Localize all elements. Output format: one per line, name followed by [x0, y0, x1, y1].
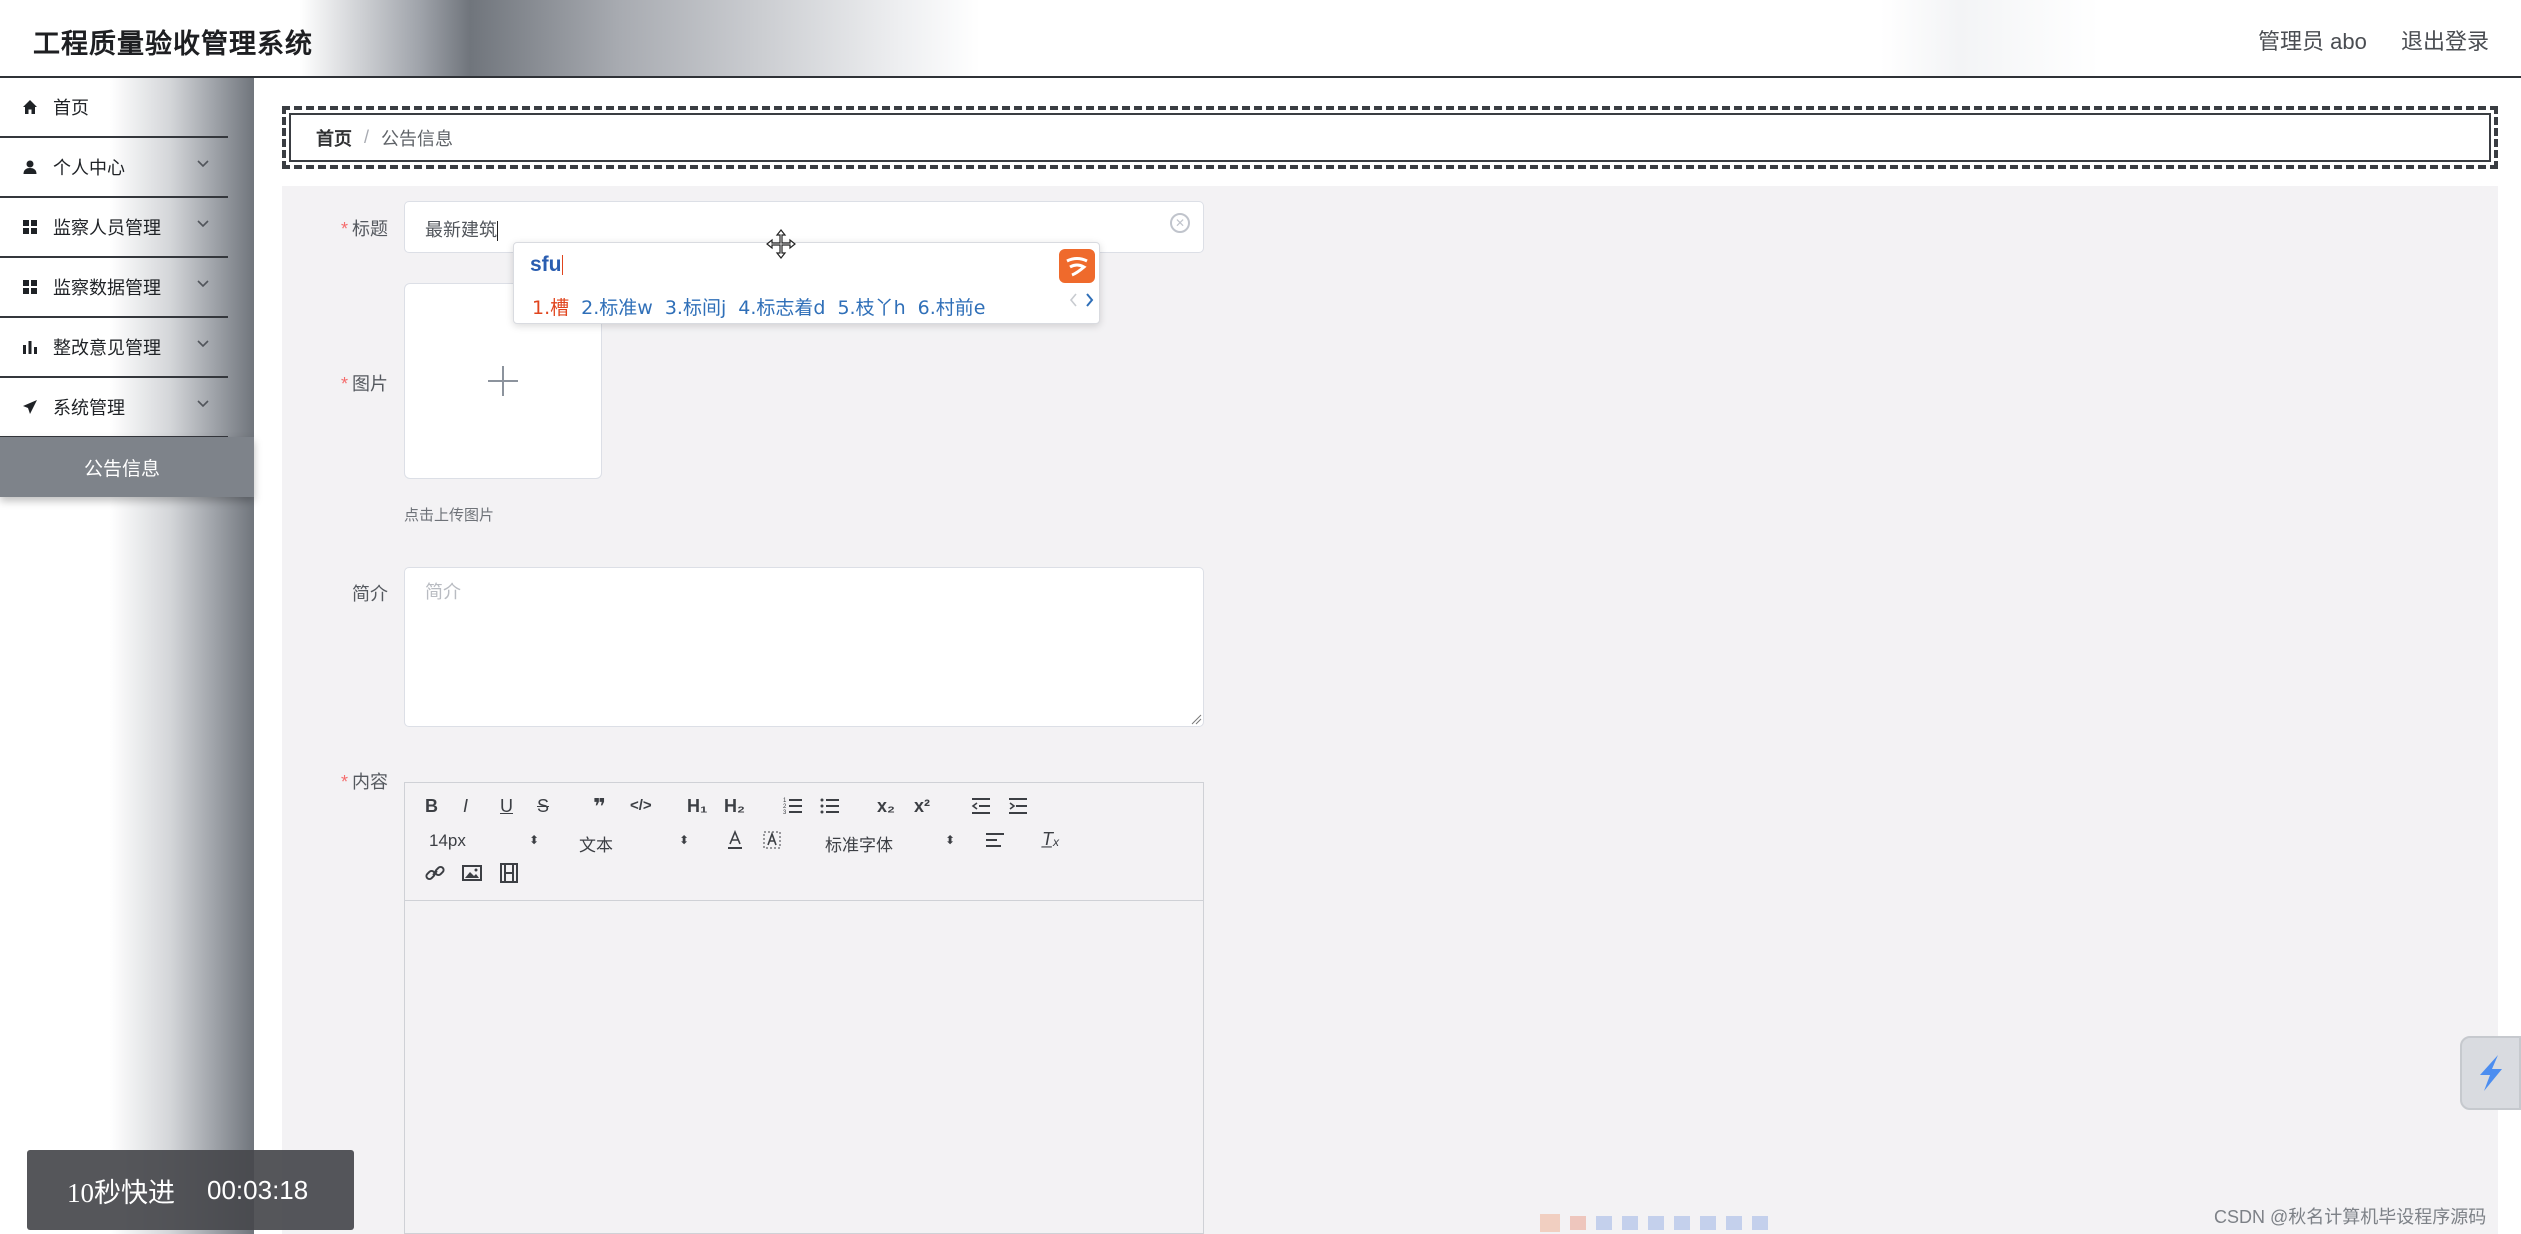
h1-button[interactable]: H₁: [687, 796, 707, 817]
ime-candidate-popup: sfu 1.槽 2.标准w 3.标间j 4.标志着d 5.枝丫h 6.村前e: [513, 242, 1100, 324]
sidebar-item-home[interactable]: 首页: [0, 78, 228, 138]
sidebar-item-system-management[interactable]: 系统管理: [0, 378, 228, 438]
strike-button[interactable]: S: [537, 796, 549, 817]
select-arrows-icon: ⬍: [679, 833, 690, 847]
sidebar-item-personal-center[interactable]: 个人中心: [0, 138, 228, 198]
ime-candidate[interactable]: 1.槽: [532, 297, 569, 319]
sidebar-subitem-announcements[interactable]: 公告信息: [0, 437, 254, 497]
ime-logo-icon: [1059, 249, 1095, 283]
content-label: * 内容: [340, 772, 388, 792]
text-caret: [497, 221, 498, 242]
breadcrumb-separator: /: [364, 127, 370, 147]
logout-button[interactable]: 退出登录: [2401, 24, 2489, 56]
chevron-down-icon: [196, 216, 210, 233]
sidebar-item-label: 个人中心: [53, 158, 125, 178]
align-left-icon[interactable]: [985, 831, 1005, 854]
sidebar-item-label: 整改意见管理: [53, 338, 161, 358]
header-format-select[interactable]: 文本 ⬍: [579, 831, 689, 856]
app-title: 工程质量验收管理系统: [33, 29, 313, 59]
ime-composition: sfu: [530, 253, 563, 276]
indent-icon[interactable]: [1008, 797, 1028, 820]
bold-button[interactable]: B: [425, 796, 438, 817]
send-icon: [20, 397, 40, 417]
upload-tip: 点击上传图片: [404, 507, 495, 524]
ime-candidate[interactable]: 6.村前e: [918, 297, 986, 319]
ime-candidate[interactable]: 4.标志着d: [738, 297, 825, 319]
superscript-button[interactable]: x²: [914, 796, 930, 817]
move-cursor-icon: [766, 229, 796, 259]
clear-icon[interactable]: ✕: [1170, 213, 1190, 233]
chevron-down-icon: [196, 156, 210, 173]
grid-icon: [20, 217, 40, 237]
rich-text-editor: B I U S ❞ </> H₁ H₂ 123 x₂ x² 14px ⬍ 文本 …: [404, 782, 1204, 1234]
video-icon[interactable]: [499, 863, 519, 888]
underline-button[interactable]: U: [500, 796, 513, 817]
bar-chart-icon: [20, 337, 40, 357]
select-arrows-icon: ⬍: [945, 833, 956, 847]
link-icon[interactable]: [425, 863, 445, 888]
h2-button[interactable]: H₂: [724, 796, 745, 817]
intro-textarea[interactable]: 简介: [404, 567, 1204, 727]
intro-label: 简介: [352, 584, 388, 604]
font-size-select[interactable]: 14px ⬍: [429, 831, 539, 851]
ime-page-arrows[interactable]: [1067, 291, 1097, 314]
sidebar-item-label: 首页: [53, 98, 89, 118]
admin-name: 管理员 abo: [2258, 29, 2367, 54]
editor-toolbar: B I U S ❞ </> H₁ H₂ 123 x₂ x² 14px ⬍ 文本 …: [405, 783, 1203, 901]
home-icon: [20, 97, 40, 117]
sidebar: 首页 个人中心 监察人员管理 监察数据管理 整改意见管理 系统管理 公告信息: [0, 78, 254, 1234]
sidebar-item-label: 系统管理: [53, 398, 125, 418]
lightning-icon: [2479, 1055, 2502, 1091]
csdn-watermark: CSDN @秋名计算机毕设程序源码: [2214, 1207, 2487, 1227]
plus-icon: [488, 366, 518, 396]
svg-text:3: 3: [783, 810, 787, 814]
grid-icon: [20, 277, 40, 297]
chevron-down-icon: [196, 276, 210, 293]
video-playback-overlay[interactable]: 10秒快进 00:03:18: [27, 1150, 354, 1230]
italic-button[interactable]: I: [463, 796, 468, 817]
sidebar-item-inspection-data[interactable]: 监察数据管理: [0, 258, 228, 318]
blockquote-button[interactable]: ❞: [593, 794, 606, 820]
bullet-list-icon[interactable]: [820, 796, 840, 819]
code-block-button[interactable]: </>: [630, 797, 652, 814]
sidebar-item-inspector-management[interactable]: 监察人员管理: [0, 198, 228, 258]
clear-format-button[interactable]: T̲ₓ: [1042, 829, 1060, 850]
resize-grip-icon[interactable]: [1190, 713, 1202, 725]
ordered-list-icon[interactable]: 123: [783, 796, 803, 819]
sidebar-item-label: 监察人员管理: [53, 218, 161, 238]
sidebar-item-rectification[interactable]: 整改意见管理: [0, 318, 228, 378]
background-color-icon[interactable]: [762, 830, 782, 855]
outdent-icon[interactable]: [971, 797, 991, 820]
editor-content-area[interactable]: [405, 902, 1203, 1233]
title-label: * 标题: [340, 219, 388, 239]
select-arrows-icon: ⬍: [529, 833, 540, 847]
ime-status-bar-icon: [1540, 1214, 1768, 1232]
chevron-down-icon: [196, 336, 210, 353]
font-color-icon[interactable]: [725, 829, 745, 855]
breadcrumb-current: 公告信息: [381, 128, 454, 149]
breadcrumb-home-link[interactable]: 首页: [316, 125, 352, 151]
floating-helper-button[interactable]: [2460, 1036, 2521, 1110]
breadcrumb: 首页 / 公告信息: [282, 106, 2498, 169]
ime-candidate[interactable]: 3.标间j: [665, 297, 726, 319]
user-icon: [20, 157, 40, 177]
font-family-select[interactable]: 标准字体 ⬍: [825, 831, 955, 856]
playback-time: 00:03:18: [207, 1174, 309, 1205]
ime-candidate[interactable]: 2.标准w: [581, 297, 653, 319]
skip-forward-label: 10秒快进: [67, 1177, 175, 1208]
subscript-button[interactable]: x₂: [877, 796, 895, 817]
top-header: 工程质量验收管理系统 管理员 abo 退出登录: [0, 0, 2521, 78]
image-icon[interactable]: [462, 863, 482, 888]
ime-candidate-list: 1.槽 2.标准w 3.标间j 4.标志着d 5.枝丫h 6.村前e: [532, 293, 997, 320]
ime-candidate[interactable]: 5.枝丫h: [837, 297, 905, 319]
chevron-down-icon: [196, 396, 210, 413]
image-label: * 图片: [340, 374, 388, 394]
sidebar-item-label: 监察数据管理: [53, 278, 161, 298]
